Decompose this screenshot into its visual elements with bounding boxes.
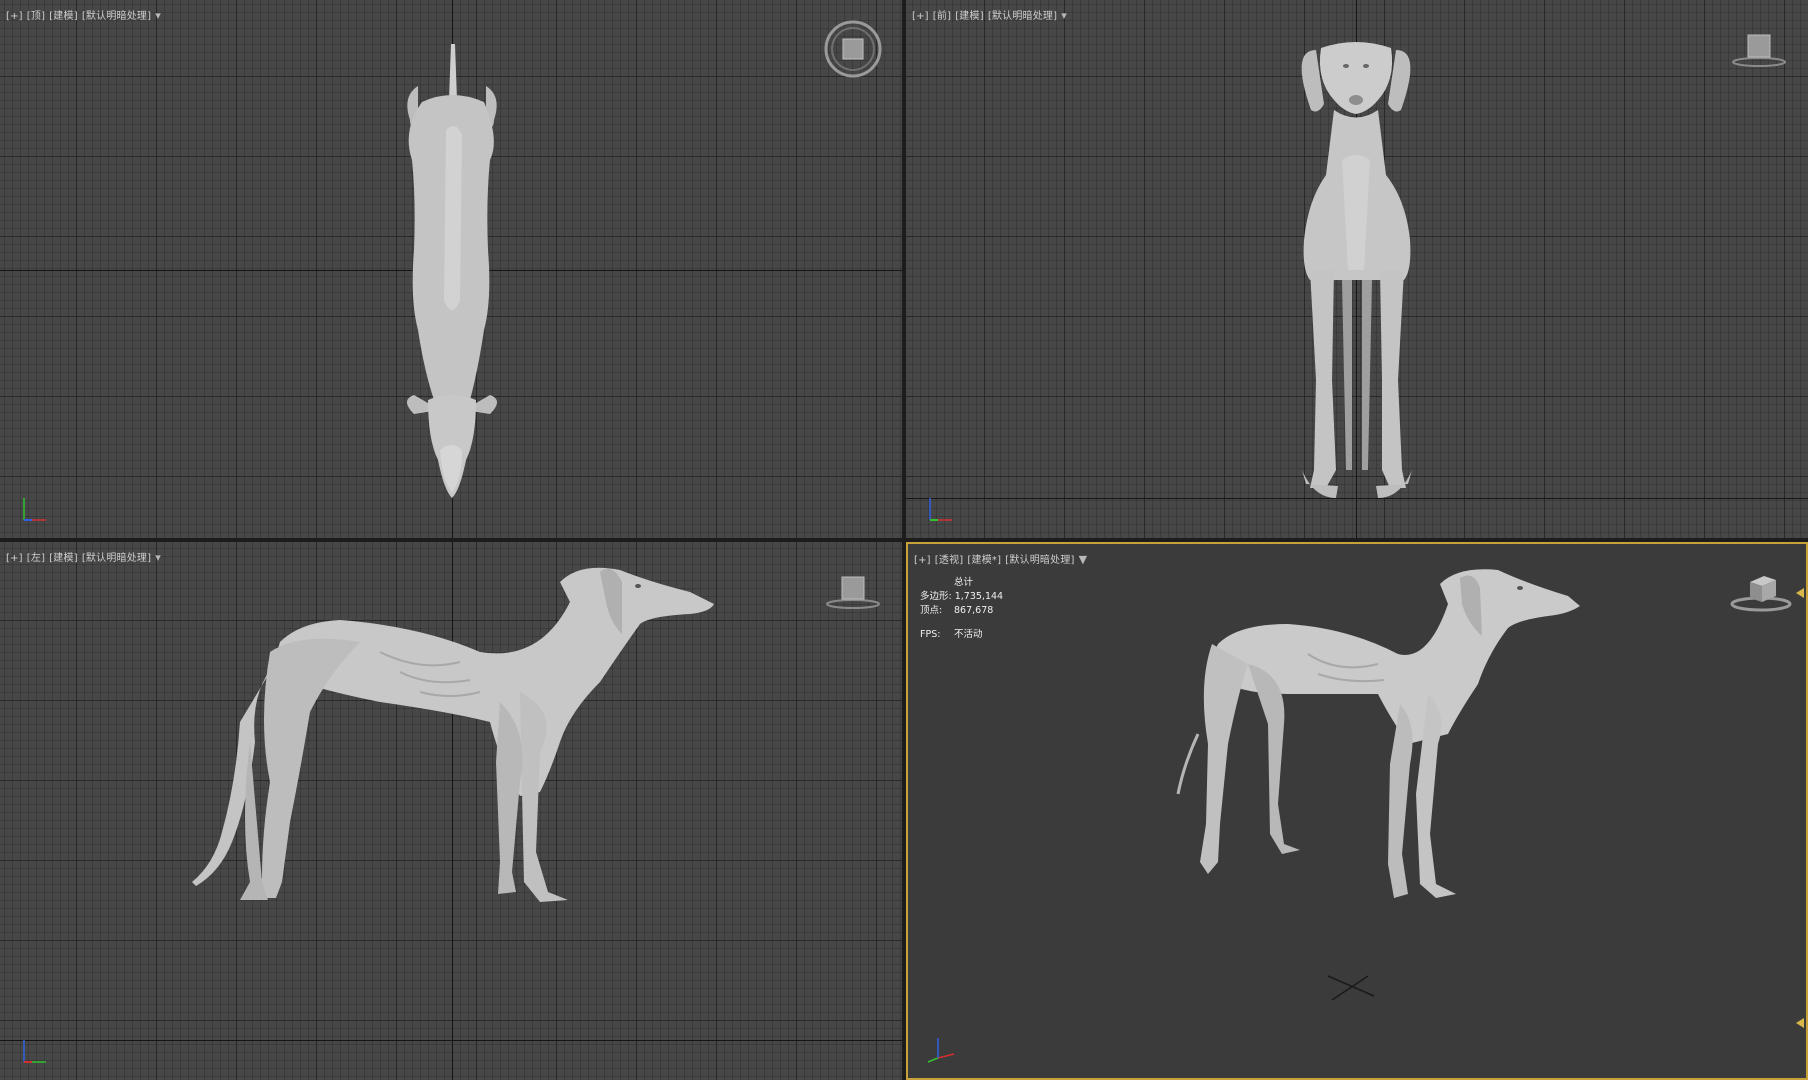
- dog-model-perspective[interactable]: [908, 544, 1808, 1080]
- axis-tripod-icon: [927, 1038, 955, 1063]
- viewport-top[interactable]: [+] [顶] [建模] [默认明暗处理] ▾: [0, 0, 902, 538]
- dog-model-side[interactable]: [0, 542, 902, 1080]
- axis-tripod-icon: [929, 498, 952, 521]
- axis-tripod-icon: [23, 498, 46, 521]
- viewport-perspective[interactable]: [+] [透视] [建模*] [默认明暗处理] ▼ 总计 多边形: 1,735,144 …: [906, 542, 1808, 1080]
- dog-model-top[interactable]: [0, 0, 902, 538]
- axis-tripod-icon: [23, 1040, 46, 1063]
- dog-model-front[interactable]: [906, 0, 1808, 538]
- viewport-front[interactable]: [+] [前] [建模] [默认明暗处理] ▾: [906, 0, 1808, 538]
- viewport-left[interactable]: [+] [左] [建模] [默认明暗处理] ▾: [0, 542, 902, 1080]
